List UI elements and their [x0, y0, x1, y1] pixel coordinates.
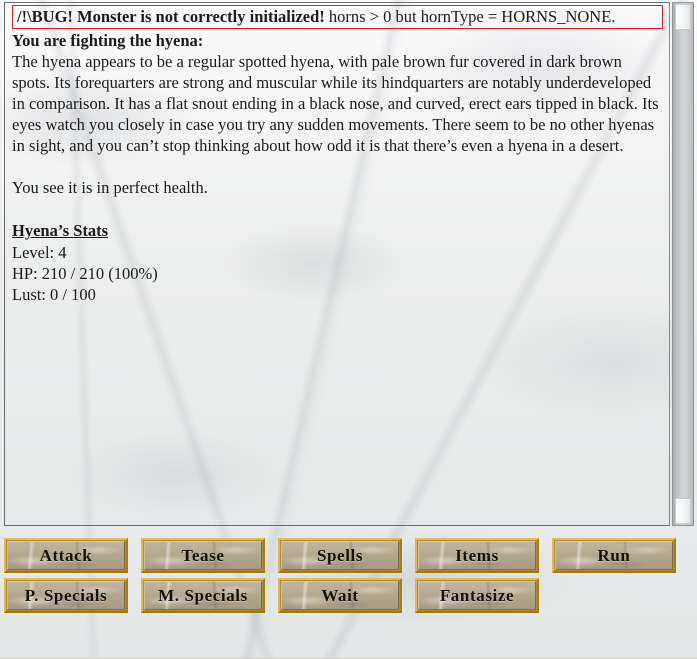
spells-button-label: Spells	[281, 541, 399, 570]
wait-button[interactable]: Wait	[278, 578, 402, 613]
fantasize-button[interactable]: Fantasize	[415, 578, 539, 613]
physical-specials-button[interactable]: P. Specials	[4, 578, 128, 613]
health-note: You see it is in perfect health.	[12, 178, 208, 197]
stats-heading: Hyena’s Stats	[12, 221, 109, 240]
run-button[interactable]: Run	[552, 538, 676, 573]
stat-lust: Lust: 0 / 100	[12, 285, 96, 304]
scrollbar-thumb-top[interactable]	[675, 4, 691, 30]
scrollbar-thumb-bottom[interactable]	[675, 498, 691, 524]
items-button-label: Items	[418, 541, 536, 570]
stat-hp: HP: 210 / 210 (100%)	[12, 264, 158, 283]
bottom-strip	[0, 618, 697, 659]
stat-level: Level: 4	[12, 243, 67, 262]
tease-button-label: Tease	[144, 541, 262, 570]
wait-button-label: Wait	[281, 581, 399, 610]
fight-heading: You are fighting the hyena:	[12, 31, 204, 50]
attack-button[interactable]: Attack	[4, 538, 128, 573]
monster-description: The hyena appears to be a regular spotte…	[12, 52, 659, 155]
text-scrollbar[interactable]	[672, 2, 694, 526]
magical-specials-button[interactable]: M. Specials	[141, 578, 265, 613]
combat-text-panel: /!\BUG! Monster is not correctly initial…	[4, 2, 670, 526]
bug-warning-detail-text: horns > 0 but hornType = HORNS_NONE.	[324, 7, 616, 26]
bug-warning-bold-text: /!\BUG! Monster is not correctly initial…	[17, 7, 325, 26]
physical-specials-button-label: P. Specials	[7, 581, 125, 610]
combat-text-content: /!\BUG! Monster is not correctly initial…	[5, 3, 669, 305]
bug-warning-banner: /!\BUG! Monster is not correctly initial…	[12, 5, 663, 29]
paragraph-spacer-1	[12, 156, 663, 177]
action-button-row-2: P. Specials M. Specials Wait Fantasize	[4, 578, 694, 613]
action-button-area: Attack Tease Spells Items Run P. Special…	[0, 534, 697, 618]
tease-button[interactable]: Tease	[141, 538, 265, 573]
run-button-label: Run	[555, 541, 673, 570]
action-button-row-1: Attack Tease Spells Items Run	[4, 538, 694, 573]
fantasize-button-label: Fantasize	[418, 581, 536, 610]
magical-specials-button-label: M. Specials	[144, 581, 262, 610]
items-button[interactable]: Items	[415, 538, 539, 573]
attack-button-label: Attack	[7, 541, 125, 570]
spells-button[interactable]: Spells	[278, 538, 402, 573]
paragraph-spacer-2	[12, 198, 663, 219]
